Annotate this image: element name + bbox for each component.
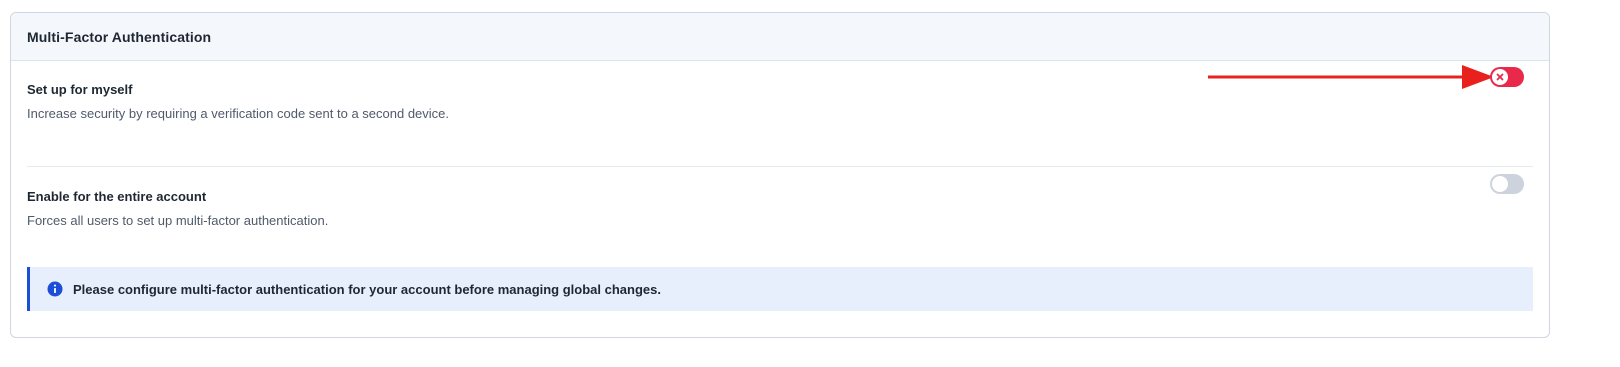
- toggle-knob: [1492, 176, 1508, 192]
- enable-for-entire-account-toggle[interactable]: [1490, 174, 1524, 194]
- mfa-panel: Multi-Factor Authentication Set up for m…: [10, 12, 1550, 338]
- setting-description-account: Forces all users to set up multi-factor …: [27, 213, 329, 228]
- x-icon: [1496, 73, 1504, 81]
- info-notice: Please configure multi-factor authentica…: [27, 267, 1533, 311]
- info-icon: [47, 281, 63, 297]
- panel-title: Multi-Factor Authentication: [27, 28, 212, 45]
- set-up-for-myself-toggle[interactable]: [1490, 67, 1524, 87]
- setting-title-account: Enable for the entire account: [27, 189, 207, 204]
- setting-description-self: Increase security by requiring a verific…: [27, 106, 450, 121]
- annotation-arrow-icon: [1208, 65, 1494, 89]
- divider: [27, 166, 1533, 167]
- panel-header: Multi-Factor Authentication: [11, 13, 1549, 61]
- toggle-knob: [1492, 69, 1508, 85]
- info-notice-text: Please configure multi-factor authentica…: [73, 281, 661, 297]
- setting-row-account: Enable for the entire account Forces all…: [27, 189, 1533, 229]
